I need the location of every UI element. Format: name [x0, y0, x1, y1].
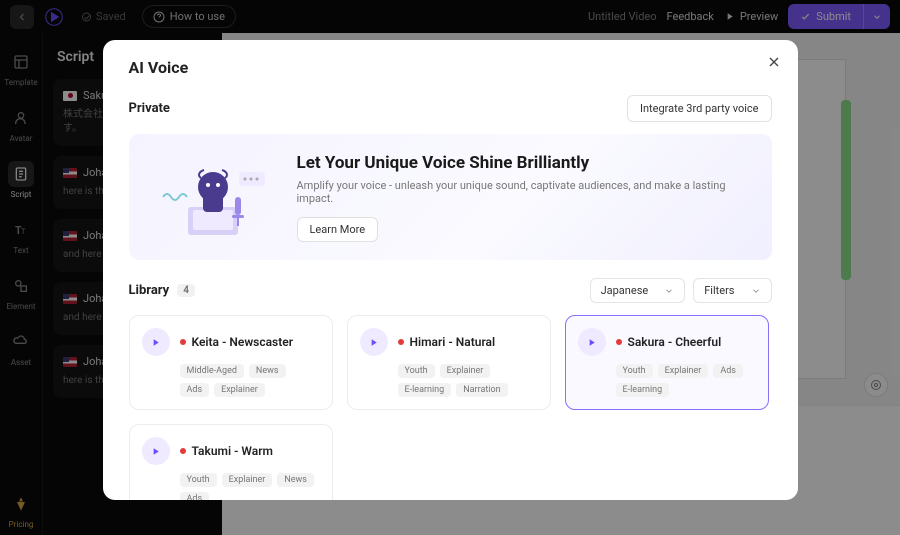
private-section-header: Private Integrate 3rd party voice	[129, 95, 772, 122]
voice-tag: News	[277, 473, 314, 487]
voice-name: Sakura - Cheerful	[616, 335, 722, 349]
voice-name: Himari - Natural	[398, 335, 496, 349]
chevron-down-icon	[751, 286, 761, 296]
voice-card[interactable]: Takumi - Warm Youth Explainer News Ads	[129, 424, 333, 500]
voice-tags: Youth Explainer News Ads	[180, 473, 320, 500]
voice-card-top: Sakura - Cheerful	[578, 328, 756, 356]
modal-overlay[interactable]: AI Voice Private Integrate 3rd party voi…	[0, 0, 900, 535]
voice-tag: Ads	[713, 364, 743, 378]
voice-card[interactable]: Sakura - Cheerful Youth Explainer Ads E-lear…	[565, 315, 769, 410]
recording-dot-icon	[616, 339, 622, 345]
voice-card-top: Takumi - Warm	[142, 437, 320, 465]
hero-text: Let Your Unique Voice Shine Brilliantly …	[297, 153, 748, 242]
language-select[interactable]: Japanese	[590, 278, 686, 303]
voice-card-top: Himari - Natural	[360, 328, 538, 356]
voice-tag: Explainer	[658, 364, 709, 378]
voice-tag: Youth	[398, 364, 435, 378]
hero-title: Let Your Unique Voice Shine Brilliantly	[297, 153, 748, 173]
voice-tag: Middle-Aged	[180, 364, 244, 378]
library-header: Library 4 Japanese Filters	[129, 278, 772, 303]
voice-card-grid: Keita - Newscaster Middle-Aged News Ads Expl…	[129, 315, 772, 500]
voice-tag: Youth	[180, 473, 217, 487]
voice-tag: Ads	[180, 492, 210, 500]
library-count: 4	[177, 284, 195, 297]
voice-name: Takumi - Warm	[180, 444, 273, 458]
play-button[interactable]	[142, 328, 170, 356]
voice-tags: Middle-Aged News Ads Explainer	[180, 364, 320, 397]
hero-banner: Let Your Unique Voice Shine Brilliantly …	[129, 134, 772, 260]
voice-card[interactable]: Himari - Natural Youth Explainer E-learning…	[347, 315, 551, 410]
voice-card-top: Keita - Newscaster	[142, 328, 320, 356]
voice-tags: Youth Explainer E-learning Narration	[398, 364, 538, 397]
voice-tag: Narration	[456, 383, 507, 397]
play-button[interactable]	[578, 328, 606, 356]
voice-tag: Explainer	[222, 473, 273, 487]
ai-voice-modal: AI Voice Private Integrate 3rd party voi…	[103, 40, 798, 500]
close-icon[interactable]	[766, 54, 782, 70]
modal-title: AI Voice	[129, 58, 772, 77]
voice-tag: Explainer	[440, 364, 491, 378]
voice-tag: News	[249, 364, 286, 378]
play-button[interactable]	[360, 328, 388, 356]
voice-name: Keita - Newscaster	[180, 335, 294, 349]
hero-description: Amplify your voice - unleash your unique…	[297, 179, 748, 205]
recording-dot-icon	[398, 339, 404, 345]
voice-tag: E-learning	[398, 383, 452, 397]
learn-more-button[interactable]: Learn More	[297, 217, 379, 242]
voice-card[interactable]: Keita - Newscaster Middle-Aged News Ads Expl…	[129, 315, 333, 410]
voice-tag: Explainer	[214, 383, 265, 397]
voice-tag: Youth	[616, 364, 653, 378]
voice-tag: E-learning	[616, 383, 670, 397]
private-label: Private	[129, 101, 170, 116]
hero-illustration	[153, 152, 273, 242]
recording-dot-icon	[180, 339, 186, 345]
chevron-down-icon	[664, 286, 674, 296]
filters-select[interactable]: Filters	[693, 278, 771, 303]
recording-dot-icon	[180, 448, 186, 454]
voice-tags: Youth Explainer Ads E-learning	[616, 364, 756, 397]
play-button[interactable]	[142, 437, 170, 465]
library-label: Library 4	[129, 283, 195, 298]
integrate-button[interactable]: Integrate 3rd party voice	[627, 95, 772, 122]
voice-tag: Ads	[180, 383, 210, 397]
library-controls: Japanese Filters	[590, 278, 772, 303]
